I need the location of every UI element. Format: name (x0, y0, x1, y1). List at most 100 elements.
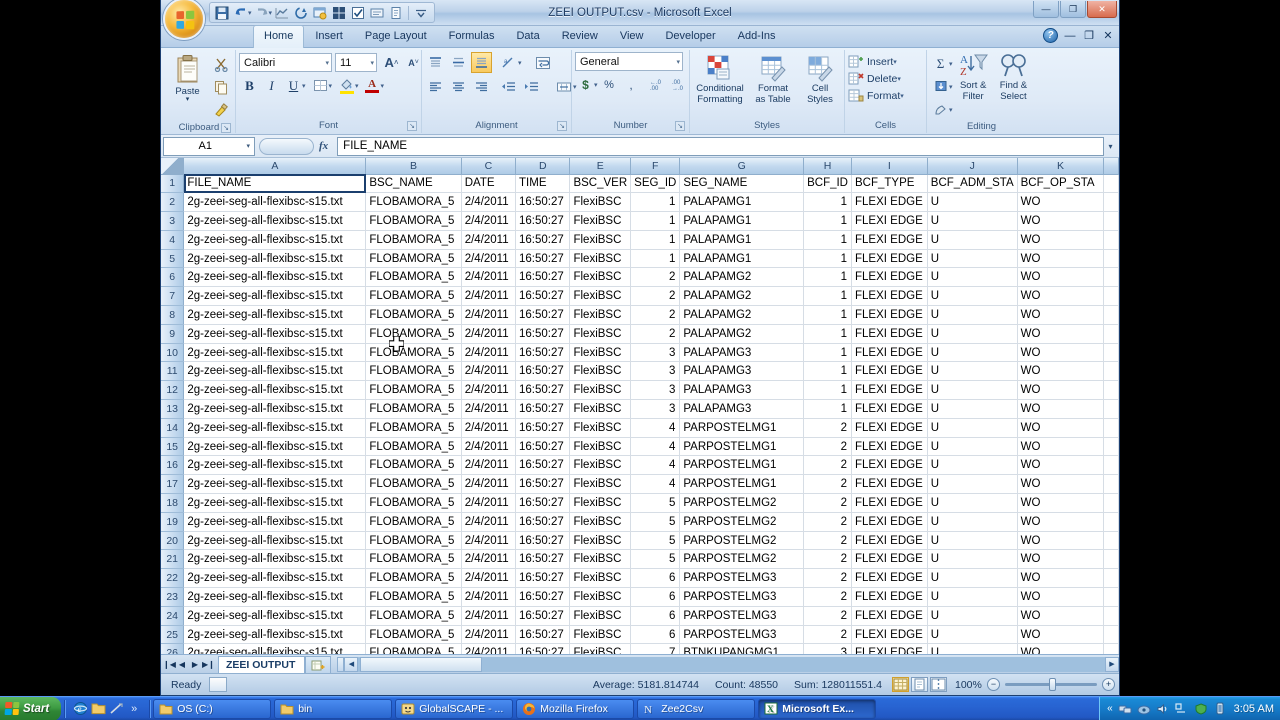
grid-cell[interactable]: 2/4/2011 (461, 286, 517, 307)
grid-cell[interactable]: FlexiBSC (569, 493, 632, 513)
grid-cell[interactable]: PALAPAMG1 (679, 230, 805, 250)
grid-cell-partial[interactable] (1103, 625, 1119, 645)
grid-cell-partial[interactable] (1103, 399, 1119, 419)
row-header[interactable]: 20 (161, 531, 185, 551)
grid-cell[interactable]: FlexiBSC (569, 587, 632, 607)
grid-cell[interactable]: 5 (630, 512, 681, 532)
currency-dropdown-icon[interactable]: ▾ (594, 81, 598, 89)
grid-cell[interactable]: WO (1017, 512, 1105, 532)
grid-cell[interactable]: PARPOSTELMG3 (679, 606, 805, 626)
grid-cell[interactable]: WO (1017, 286, 1105, 307)
grid-cell[interactable]: U (927, 324, 1018, 344)
font-color-dropdown-icon[interactable]: ▾ (381, 82, 385, 90)
grid-cell[interactable]: FLEXI EDGE (851, 399, 928, 419)
orientation-icon[interactable]: a (498, 52, 519, 73)
grid-cell[interactable]: FlexiBSC (569, 230, 632, 250)
row-header[interactable]: 6 (161, 267, 185, 288)
grid-cell-partial[interactable] (1103, 418, 1119, 438)
grid-cell[interactable]: U (927, 267, 1018, 288)
delete-cells-button[interactable]: Delete ▾ (848, 71, 901, 86)
grid-cell[interactable]: WO (1017, 305, 1105, 325)
grid-cell[interactable]: 16:50:27 (515, 324, 571, 344)
grid-cell[interactable]: FlexiBSC (569, 474, 632, 495)
fill-icon[interactable] (930, 76, 951, 97)
grid-cell[interactable]: 16:50:27 (515, 286, 571, 307)
minimize-button[interactable]: — (1033, 1, 1059, 18)
underline-button[interactable]: U (283, 75, 304, 96)
grid-cell-partial[interactable] (1103, 192, 1119, 213)
grid-cell[interactable]: PALAPAMG2 (679, 305, 805, 325)
taskbar-item-os-c[interactable]: OS (C:) (153, 698, 272, 719)
grid-cell[interactable]: 2 (803, 418, 852, 438)
grid-cell[interactable]: FLEXI EDGE (851, 474, 928, 495)
borders-icon[interactable] (310, 75, 331, 96)
increase-indent-icon[interactable] (521, 76, 542, 97)
grid-cell[interactable]: FlexiBSC (569, 267, 632, 288)
first-sheet-button[interactable]: ❙◀ (163, 660, 176, 669)
grid-cell[interactable]: PARPOSTELMG1 (679, 437, 805, 457)
number-dialog-launcher[interactable]: ↘ (675, 121, 685, 131)
internet-explorer-icon[interactable]: e (72, 701, 88, 717)
grid-cell[interactable]: 1 (803, 399, 852, 419)
alignment-dialog-launcher[interactable]: ↘ (557, 121, 567, 131)
grid-cell[interactable]: WO (1017, 625, 1105, 645)
row-header[interactable]: 24 (161, 606, 185, 626)
grid-cell[interactable]: FLOBAMORA_5 (365, 399, 462, 419)
grid-cell[interactable]: FLEXI EDGE (851, 568, 928, 589)
grid-cell[interactable]: 16:50:27 (515, 437, 571, 457)
grid-cell[interactable]: WO (1017, 211, 1105, 231)
tab-page-layout[interactable]: Page Layout (354, 25, 438, 47)
grid-cell[interactable]: FlexiBSC (569, 324, 632, 344)
grid-cell[interactable]: FLOBAMORA_5 (365, 361, 462, 382)
grid-cell[interactable]: FLOBAMORA_5 (365, 568, 462, 589)
row-header[interactable]: 7 (161, 286, 185, 307)
autosum-icon[interactable]: Σ (930, 53, 951, 74)
grid-cell-partial[interactable] (1103, 587, 1119, 607)
grid-cell[interactable]: WO (1017, 568, 1105, 589)
align-right-icon[interactable] (471, 76, 492, 97)
font-size-dropdown-icon[interactable]: ▾ (367, 59, 374, 67)
formula-toggle-pill[interactable] (259, 137, 314, 155)
hscroll-left-button[interactable]: ◀ (344, 656, 359, 672)
grid-cell[interactable]: FLEXI EDGE (851, 380, 928, 401)
grid-cell[interactable]: U (927, 568, 1018, 589)
underline-dropdown-icon[interactable]: ▾ (302, 82, 306, 90)
grid-cell[interactable]: PARPOSTELMG2 (679, 512, 805, 532)
fill-dropdown-icon[interactable]: ▾ (949, 83, 953, 91)
grid-cell[interactable]: 2g-zeei-seg-all-flexibsc-s15.txt (183, 343, 367, 363)
modem-icon[interactable] (1137, 702, 1151, 716)
grid-cell[interactable]: FLEXI EDGE (851, 305, 928, 325)
grid-cell[interactable]: 2g-zeei-seg-all-flexibsc-s15.txt (183, 587, 367, 607)
grid-cell[interactable]: 1 (803, 192, 852, 213)
grid-cell[interactable]: FlexiBSC (569, 531, 632, 551)
column-header-k[interactable]: K (1017, 158, 1105, 175)
copy-icon[interactable] (211, 77, 232, 98)
grid-cell[interactable]: U (927, 305, 1018, 325)
grid-cell[interactable]: FlexiBSC (569, 568, 632, 589)
office-button[interactable] (163, 0, 205, 40)
comma-button[interactable]: , (621, 74, 642, 95)
font-name-combo[interactable]: Calibri ▾ (239, 53, 332, 72)
grid-cell[interactable]: PARPOSTELMG1 (679, 455, 805, 476)
grid-cell[interactable]: FLOBAMORA_5 (365, 549, 462, 570)
grid-cell[interactable]: 2 (803, 493, 852, 513)
zoom-out-button[interactable]: − (987, 678, 1000, 691)
sheet-tab-zeei-output[interactable]: ZEEI OUTPUT (218, 655, 306, 673)
grid-cell[interactable]: U (927, 361, 1018, 382)
grid-cell[interactable]: FLEXI EDGE (851, 493, 928, 513)
grid-cell[interactable]: 2g-zeei-seg-all-flexibsc-s15.txt (183, 474, 367, 495)
grid-cell[interactable]: 2/4/2011 (461, 568, 517, 589)
form-icon[interactable] (368, 4, 386, 21)
grid-cell[interactable]: BSC_NAME (365, 174, 462, 194)
grid-cell[interactable]: 16:50:27 (515, 512, 571, 532)
grid-cell[interactable]: WO (1017, 474, 1105, 495)
row-header[interactable]: 5 (161, 249, 185, 269)
tab-home[interactable]: Home (253, 25, 305, 48)
grid-cell[interactable]: FLEXI EDGE (851, 286, 928, 307)
grid-cell[interactable]: PARPOSTELMG1 (679, 474, 805, 495)
taskbar-item-globalscape[interactable]: GlobalSCAPE - ... (395, 698, 514, 719)
grid-cell[interactable]: 1 (803, 230, 852, 250)
fill-color-icon[interactable] (336, 75, 357, 96)
grid-cell[interactable]: 3 (630, 343, 681, 363)
page-break-preview-button[interactable] (930, 677, 947, 692)
